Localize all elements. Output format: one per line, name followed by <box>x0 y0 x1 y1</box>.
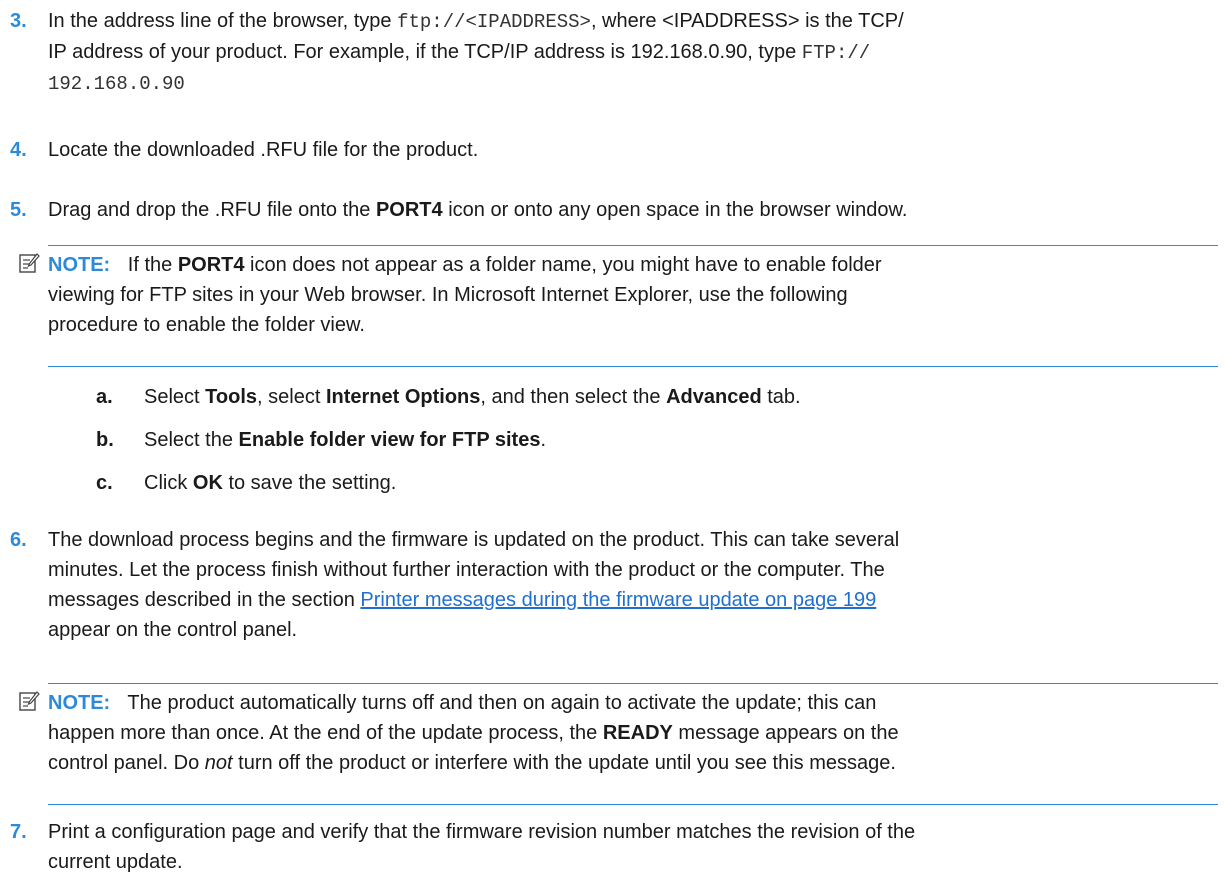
substep-text: Select the Enable folder view for FTP si… <box>144 429 547 451</box>
note-label: NOTE: <box>48 254 111 276</box>
step-text: Drag and drop the .RFU file onto the POR… <box>48 199 908 221</box>
note-box-auto-restart: NOTE: The product automatically turns of… <box>19 683 1218 805</box>
step-number: 6. <box>10 529 27 551</box>
step-text: Print a configuration page and verify th… <box>48 821 916 873</box>
firmware-messages-link[interactable]: Printer messages during the firmware upd… <box>360 589 876 611</box>
substep-text: Click OK to save the setting. <box>144 472 397 494</box>
step-text: In the address line of the browser, type… <box>48 10 904 95</box>
substep-text: Select Tools, select Internet Options, a… <box>144 386 801 408</box>
step-text: Locate the downloaded .RFU file for the … <box>48 139 479 161</box>
code-ftp-example: FTP:// <box>801 42 871 64</box>
substep-letter: c. <box>96 472 113 494</box>
step-number: 7. <box>10 821 27 843</box>
substep-letter: a. <box>96 386 113 408</box>
step-number: 4. <box>10 139 27 161</box>
note-pencil-icon <box>19 253 40 273</box>
note-box-folder-view: NOTE: If the PORT4 icon does not appear … <box>19 245 1218 367</box>
substep-letter: b. <box>96 429 114 451</box>
step-text: The download process begins and the firm… <box>48 529 900 641</box>
code-ip-example: 192.168.0.90 <box>48 73 185 95</box>
code-ftp-address: ftp://<IPADDRESS> <box>397 11 591 33</box>
note-label: NOTE: <box>48 692 111 714</box>
step-number: 5. <box>10 199 27 221</box>
step-number: 3. <box>10 10 27 32</box>
note-pencil-icon <box>19 691 40 711</box>
